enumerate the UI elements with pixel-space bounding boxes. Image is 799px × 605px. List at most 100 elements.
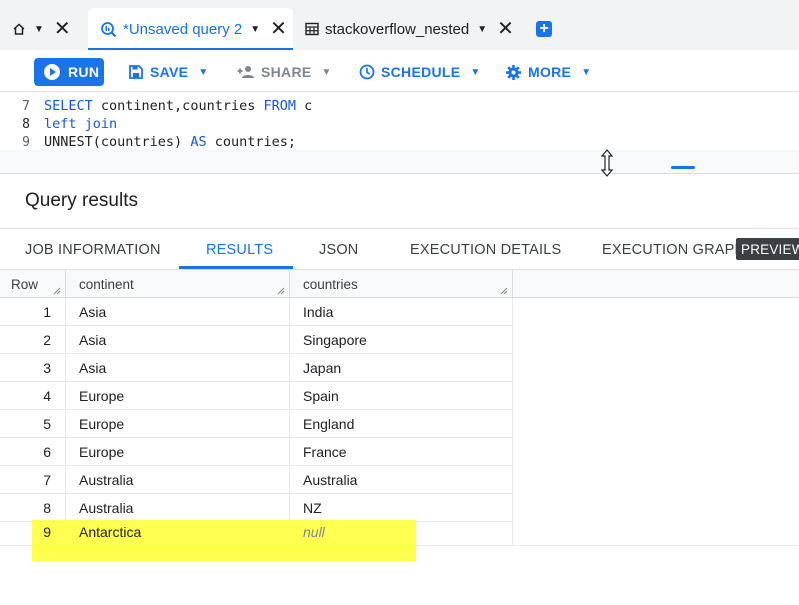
code-token: continent,countries: [92, 98, 264, 114]
resize-cursor-icon: [600, 149, 614, 177]
code-token: left join: [44, 116, 118, 132]
table-row[interactable]: 3 Asia Japan: [0, 354, 513, 382]
close-icon[interactable]: ✕: [270, 19, 287, 39]
continent-cell: Asia: [66, 354, 290, 381]
code-line-9[interactable]: 9 UNNEST(countries) AS countries;: [0, 133, 296, 151]
row-number-cell: 8: [0, 494, 66, 521]
row-number-cell: 1: [0, 298, 66, 325]
add-person-icon: [237, 66, 254, 78]
countries-cell: England: [290, 410, 513, 437]
countries-cell: India: [290, 298, 513, 325]
run-button[interactable]: RUN: [34, 58, 104, 86]
row-number-cell: 2: [0, 326, 66, 353]
column-header-label: continent: [79, 276, 134, 292]
line-number: 9: [22, 134, 30, 150]
line-number: 7: [22, 98, 30, 114]
query-icon: [100, 21, 117, 38]
row-number-cell: 5: [0, 410, 66, 437]
close-icon[interactable]: ✕: [54, 19, 71, 39]
active-tab-indicator: [179, 266, 293, 269]
tab-execution-graph[interactable]: EXECUTION GRAPH: [602, 229, 745, 270]
tab-unsaved-query[interactable]: *Unsaved query 2 ▼ ✕: [88, 8, 293, 50]
close-icon[interactable]: ✕: [497, 19, 514, 39]
chevron-down-icon: ▼: [321, 66, 332, 78]
column-header-continent[interactable]: continent: [66, 270, 290, 298]
code-line-8[interactable]: 8 left join: [0, 115, 117, 133]
share-label: SHARE: [261, 64, 312, 80]
tab-results[interactable]: RESULTS: [206, 229, 273, 270]
row-number-cell: 3: [0, 354, 66, 381]
row-number-cell: 6: [0, 438, 66, 465]
editor-scroll-track: [0, 150, 799, 173]
tab-label: stackoverflow_nested: [325, 20, 470, 38]
chevron-down-icon: ▼: [198, 66, 209, 78]
table-row[interactable]: 6 Europe France: [0, 438, 513, 466]
countries-cell: Spain: [290, 382, 513, 409]
code-token: countries;: [206, 134, 296, 150]
results-title: Query results: [25, 190, 138, 211]
continent-cell: Asia: [66, 326, 290, 353]
resize-grip-icon[interactable]: [500, 287, 508, 295]
countries-cell: Singapore: [290, 326, 513, 353]
continent-cell: Australia: [66, 494, 290, 521]
continent-cell: Australia: [66, 466, 290, 493]
more-button[interactable]: MORE ▼: [505, 58, 591, 86]
continent-cell: Asia: [66, 298, 290, 325]
line-number: 8: [22, 116, 30, 132]
chevron-down-icon[interactable]: ▼: [34, 24, 44, 35]
countries-cell: Japan: [290, 354, 513, 381]
resize-grip-icon[interactable]: [277, 287, 285, 295]
code-token: AS: [190, 134, 207, 150]
chevron-down-icon: ▼: [470, 66, 481, 78]
countries-cell: Australia: [290, 466, 513, 493]
tab-json[interactable]: JSON: [319, 229, 358, 270]
clock-icon: [359, 64, 375, 80]
home-icon: [12, 22, 26, 36]
table-row[interactable]: 4 Europe Spain: [0, 382, 513, 410]
tab-stackoverflow-nested[interactable]: stackoverflow_nested ▼ ✕: [305, 8, 514, 50]
share-button[interactable]: SHARE ▼: [237, 58, 332, 86]
resize-grip-icon[interactable]: [53, 287, 61, 295]
row-number-cell: 7: [0, 466, 66, 493]
chevron-down-icon[interactable]: ▼: [477, 24, 487, 35]
countries-cell: NZ: [290, 494, 513, 521]
table-row[interactable]: 5 Europe England: [0, 410, 513, 438]
panel-resize-handle[interactable]: [671, 166, 695, 169]
editor-tab-bar: ▼ ✕ *Unsaved query 2 ▼ ✕ stackoverflow_n…: [0, 0, 799, 50]
column-header-countries[interactable]: countries: [290, 270, 513, 298]
table-grid-icon: [305, 22, 319, 36]
code-token: c: [295, 98, 313, 114]
chevron-down-icon: ▼: [581, 66, 592, 78]
code-token: FROM: [263, 98, 296, 114]
save-icon: [129, 65, 143, 79]
preview-badge: PREVIEW: [736, 238, 799, 260]
table-row[interactable]: 9 Antarctica null: [0, 518, 799, 546]
tab-job-information[interactable]: JOB INFORMATION: [25, 229, 161, 270]
sql-editor[interactable]: 7 SELECT continent,countries FROM c 8 le…: [0, 92, 799, 174]
continent-cell: Europe: [66, 382, 290, 409]
save-label: SAVE: [150, 64, 189, 80]
countries-cell-null: null: [290, 518, 513, 545]
gear-icon: [506, 64, 521, 80]
table-row[interactable]: 2 Asia Singapore: [0, 326, 513, 354]
column-header-label: Row: [11, 276, 39, 292]
chevron-down-icon[interactable]: ▼: [250, 24, 260, 35]
results-tab-bar: JOB INFORMATION RESULTS JSON EXECUTION D…: [0, 228, 799, 270]
continent-cell: Europe: [66, 438, 290, 465]
table-row[interactable]: 7 Australia Australia: [0, 466, 513, 494]
schedule-label: SCHEDULE: [381, 64, 461, 80]
row-number-cell: 4: [0, 382, 66, 409]
column-header-row[interactable]: Row: [0, 270, 66, 298]
save-button[interactable]: SAVE ▼: [128, 58, 209, 86]
query-toolbar: RUN SAVE ▼ SHARE ▼ SCHEDULE ▼ MORE ▼: [0, 50, 799, 92]
tab-home[interactable]: ▼ ✕: [12, 8, 71, 50]
code-line-7[interactable]: 7 SELECT continent,countries FROM c: [0, 97, 312, 115]
column-header-label: countries: [303, 276, 358, 292]
table-header: Row continent countries: [0, 270, 799, 298]
tab-execution-details[interactable]: EXECUTION DETAILS: [410, 229, 561, 270]
tab-label: *Unsaved query 2: [123, 20, 243, 38]
schedule-button[interactable]: SCHEDULE ▼: [359, 58, 481, 86]
table-row[interactable]: 1 Asia India: [0, 298, 513, 326]
continent-cell: Europe: [66, 410, 290, 437]
add-tab-icon[interactable]: +: [536, 21, 552, 37]
